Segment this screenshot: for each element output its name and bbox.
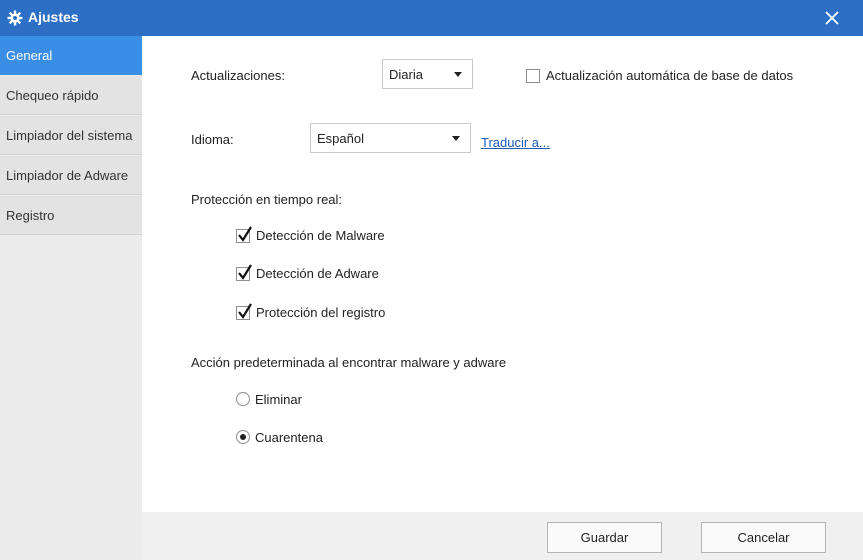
auto-db-update-label: Actualización automática de base de dato…	[546, 68, 794, 83]
checkmark-icon	[238, 303, 252, 319]
adware-detection-checkbox[interactable]	[236, 264, 252, 281]
chevron-down-icon	[454, 72, 462, 77]
registry-protection-checkbox[interactable]	[236, 303, 252, 320]
sidebar-item-label: Registro	[6, 208, 55, 223]
delete-radio[interactable]	[236, 392, 250, 406]
malware-detection-label: Detección de Malware	[256, 228, 385, 243]
checkmark-icon	[238, 264, 252, 280]
language-label: Idioma:	[191, 132, 234, 147]
sidebar: General Chequeo rápido Limpiador del sis…	[0, 36, 142, 560]
dialog-footer: Guardar Cancelar	[142, 512, 863, 560]
sidebar-item-quick-scan[interactable]: Chequeo rápido	[0, 76, 142, 115]
chevron-down-icon	[452, 136, 460, 141]
sidebar-item-label: Limpiador del sistema	[6, 128, 133, 143]
updates-select[interactable]: Diaria	[382, 59, 473, 89]
realtime-protection-heading: Protección en tiempo real:	[191, 192, 343, 207]
gear-icon	[7, 10, 23, 26]
sidebar-item-registry[interactable]: Registro	[0, 196, 142, 235]
language-select-value: Español	[317, 131, 364, 146]
registry-protection-label: Protección del registro	[256, 305, 386, 320]
cancel-button[interactable]: Cancelar	[701, 522, 826, 553]
delete-radio-label: Eliminar	[255, 392, 302, 407]
radio-selected-dot	[240, 434, 246, 440]
sidebar-item-system-cleaner[interactable]: Limpiador del sistema	[0, 116, 142, 155]
sidebar-item-label: Chequeo rápido	[6, 88, 99, 103]
checkmark-icon	[238, 226, 252, 242]
updates-label: Actualizaciones:	[191, 68, 285, 83]
sidebar-item-label: Limpiador de Adware	[6, 168, 129, 183]
sidebar-item-general[interactable]: General	[0, 36, 142, 75]
settings-panel: Actualizaciones: Diaria Actualización au…	[142, 36, 863, 512]
updates-select-value: Diaria	[389, 67, 423, 82]
translate-link[interactable]: Traducir a...	[481, 135, 550, 150]
window-title: Ajustes	[28, 9, 79, 25]
save-button[interactable]: Guardar	[547, 522, 662, 553]
title-bar: Ajustes	[0, 0, 863, 36]
adware-detection-label: Detección de Adware	[256, 266, 379, 281]
sidebar-item-adware-cleaner[interactable]: Limpiador de Adware	[0, 156, 142, 195]
malware-detection-checkbox[interactable]	[236, 226, 252, 243]
quarantine-radio[interactable]	[236, 430, 250, 444]
language-select[interactable]: Español	[310, 123, 471, 153]
close-icon[interactable]	[822, 8, 842, 28]
default-action-heading: Acción predeterminada al encontrar malwa…	[191, 355, 507, 370]
auto-db-update-checkbox[interactable]	[526, 69, 540, 83]
quarantine-radio-label: Cuarentena	[255, 430, 323, 445]
sidebar-item-label: General	[6, 48, 53, 63]
